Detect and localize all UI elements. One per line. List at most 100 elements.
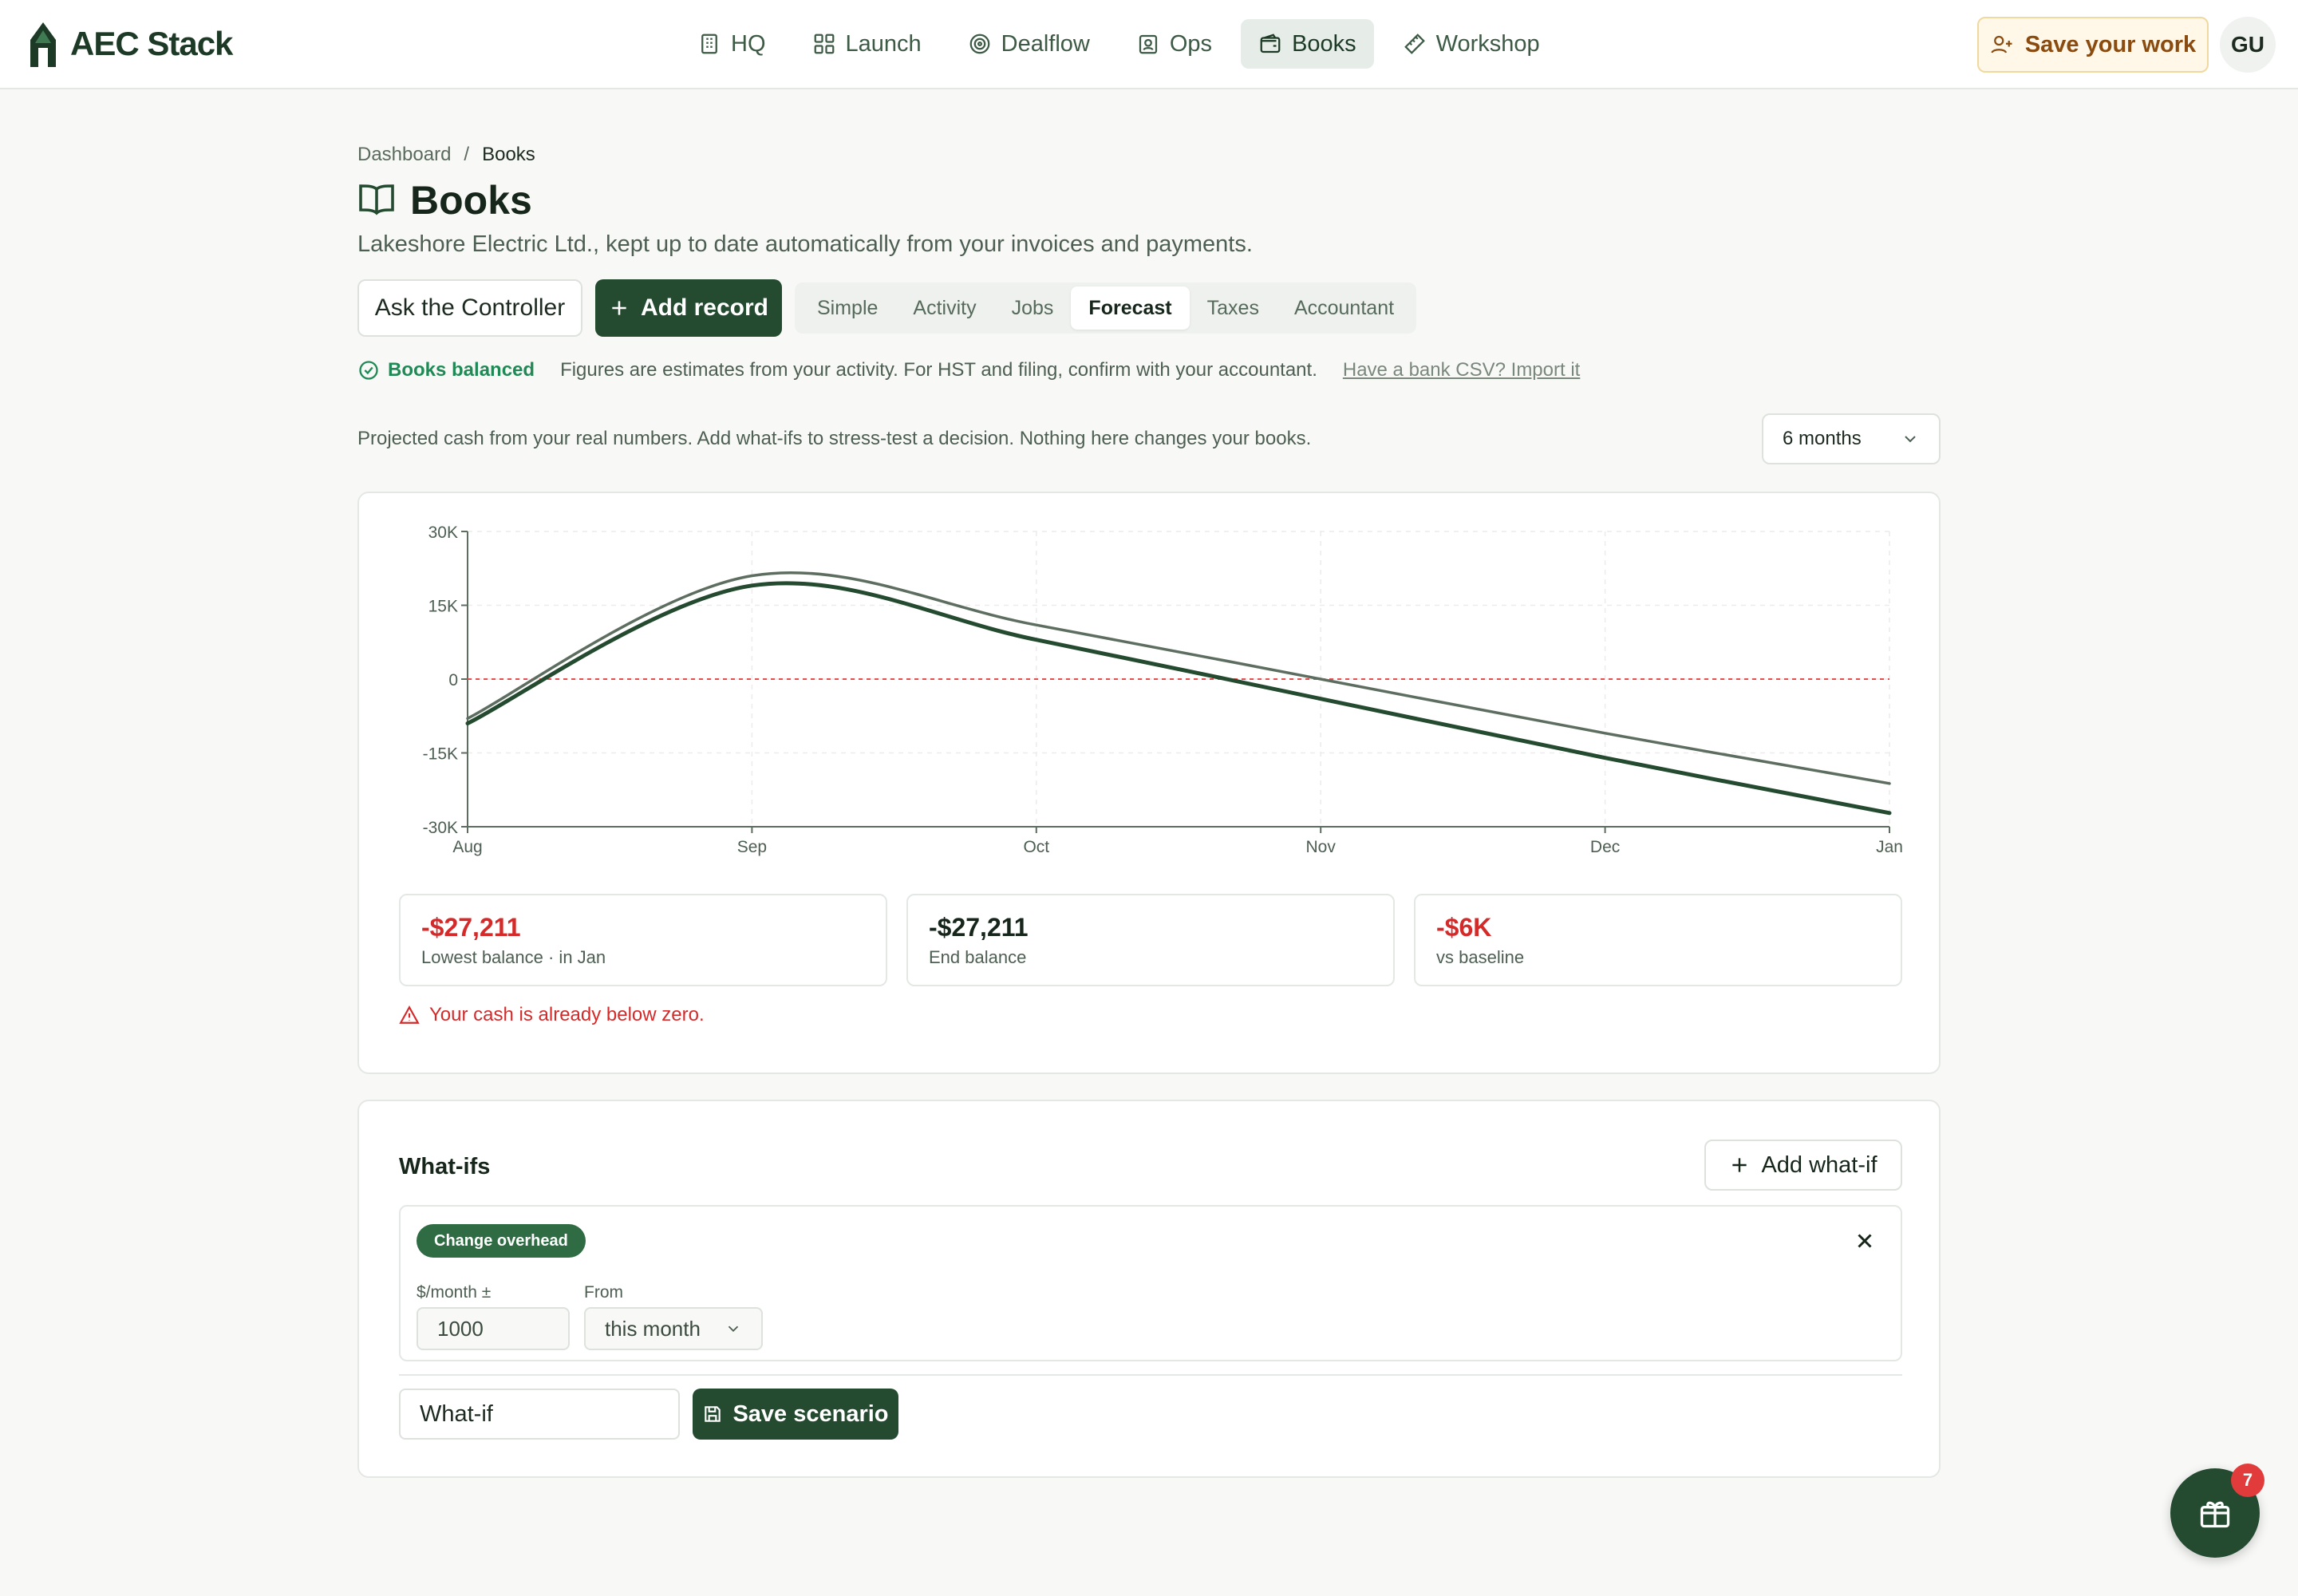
user-plus-icon <box>1991 35 2012 53</box>
book-open-icon <box>359 184 394 215</box>
tab-jobs[interactable]: Jobs <box>994 286 1072 330</box>
page-subtitle: Lakeshore Electric Ltd., kept up to date… <box>357 231 1253 257</box>
tab-taxes[interactable]: Taxes <box>1190 286 1277 330</box>
stat-lowest-value: -$27,211 <box>421 913 521 942</box>
nav-item-dealflow[interactable]: Dealflow <box>950 19 1108 69</box>
x-tick-label: Nov <box>1306 838 1337 856</box>
nav-item-books[interactable]: Books <box>1241 19 1374 69</box>
from-value: this month <box>605 1316 701 1341</box>
forecast-intro: Projected cash from your real numbers. A… <box>357 428 1312 449</box>
scenario-series-line <box>465 581 1892 816</box>
horizon-value: 6 months <box>1783 428 1862 449</box>
breadcrumb-dashboard[interactable]: Dashboard <box>357 144 451 166</box>
gift-icon <box>2200 1501 2230 1528</box>
add-whatif-button[interactable]: Add what-if <box>1704 1140 1902 1191</box>
target-icon <box>969 34 990 54</box>
books-tabs: Simple Activity Jobs Forecast Taxes Acco… <box>795 282 1417 334</box>
x-tick-label: Dec <box>1590 838 1620 856</box>
nav-item-launch[interactable]: Launch <box>795 19 939 69</box>
nav-item-ops[interactable]: Ops <box>1119 19 1230 69</box>
nav-label-launch: Launch <box>845 30 922 57</box>
whatifs-title: What-ifs <box>399 1154 491 1179</box>
stat-lowest-balance: -$27,211 Lowest balance · in Jan <box>399 894 887 986</box>
page-header: Books <box>357 177 532 223</box>
from-label: From <box>584 1283 623 1302</box>
stat-baseline-label: vs baseline <box>1436 947 1525 967</box>
stat-baseline-value: -$6K <box>1436 913 1492 942</box>
nav-label-workshop: Workshop <box>1435 30 1540 57</box>
import-csv-link[interactable]: Have a bank CSV? Import it <box>1343 359 1580 381</box>
amount-input[interactable]: 1000 <box>417 1307 570 1350</box>
x-tick-label: Oct <box>1023 838 1049 856</box>
notification-badge: 7 <box>2231 1464 2264 1497</box>
chevron-down-icon <box>1905 436 1916 443</box>
status-note: Figures are estimates from your activity… <box>560 359 1317 381</box>
warning-triangle-icon <box>399 1005 420 1024</box>
cash-warning: Your cash is already below zero. <box>399 1004 705 1026</box>
breadcrumb-current: Books <box>482 144 535 165</box>
balanced-label: Books balanced <box>388 359 535 381</box>
books-balanced-status: Books balanced <box>357 359 535 381</box>
check-circle-icon <box>359 361 378 380</box>
tab-activity[interactable]: Activity <box>895 286 993 330</box>
building-icon <box>701 34 717 54</box>
cash-forecast-chart: 30K 15K 0 -15K -30KAug Sep Oct Nov Dec Jan <box>423 523 1903 856</box>
y-tick-label: 0 <box>448 671 458 689</box>
chevron-down-icon <box>728 1325 739 1333</box>
forecast-chart-card: 30K 15K 0 -15K -30K Aug Sep Oct Nov Dec Jan -$27,2… <box>357 492 1941 1074</box>
horizon-select[interactable]: 6 months <box>1762 413 1941 464</box>
close-icon[interactable] <box>1853 1229 1877 1253</box>
user-avatar[interactable]: GU <box>2220 17 2276 73</box>
plus-icon <box>1732 1158 1747 1172</box>
save-work-label: Save your work <box>2024 31 2197 57</box>
page-title: Books <box>410 178 532 223</box>
y-tick-label: -15K <box>423 745 458 764</box>
stat-lowest-label: Lowest balance · in Jan <box>421 947 606 967</box>
add-record-button[interactable]: Add record <box>595 279 782 337</box>
scenario-name-input[interactable]: What-if <box>399 1389 680 1440</box>
save-icon <box>705 1406 721 1422</box>
nav-label-ops: Ops <box>1169 30 1213 57</box>
y-tick-label: 30K <box>428 523 458 542</box>
stat-end-value: -$27,211 <box>929 913 1029 942</box>
brand-name: AEC Stack <box>70 25 233 62</box>
y-tick-label: 15K <box>428 598 458 616</box>
save-scenario-button[interactable]: Save scenario <box>693 1389 898 1440</box>
tab-forecast[interactable]: Forecast <box>1071 286 1190 330</box>
nav-label-dealflow: Dealflow <box>1001 30 1090 57</box>
tab-accountant[interactable]: Accountant <box>1277 286 1412 330</box>
divider <box>399 1374 1902 1376</box>
brand-logo[interactable]: AEC Stack <box>24 18 233 70</box>
breadcrumb: Dashboard / Books <box>357 144 535 166</box>
x-tick-label: Sep <box>737 838 767 856</box>
plus-icon <box>612 301 626 315</box>
logo-icon <box>30 22 56 67</box>
warning-text: Your cash is already below zero. <box>429 1004 705 1025</box>
breadcrumb-separator: / <box>464 144 470 165</box>
whatif-item: Change overhead $/month ± 1000 From this… <box>399 1205 1902 1361</box>
badge-icon <box>1139 34 1157 54</box>
tab-simple[interactable]: Simple <box>800 286 895 330</box>
status-row: Books balanced Figures are estimates fro… <box>357 356 1580 385</box>
baseline-series-line <box>466 571 1891 785</box>
whatif-type-tag: Change overhead <box>417 1224 586 1258</box>
nav-label-hq: HQ <box>731 30 766 57</box>
add-record-label: Add record <box>640 294 769 321</box>
save-work-button[interactable]: Save your work <box>1977 17 2209 73</box>
save-scenario-label: Save scenario <box>732 1400 889 1427</box>
stat-end-label: End balance <box>929 947 1027 967</box>
amount-label: $/month ± <box>417 1283 492 1302</box>
whatifs-card: What-ifs Add what-if Change overhead $/m… <box>357 1100 1941 1478</box>
add-whatif-label: Add what-if <box>1761 1152 1877 1178</box>
wallet-icon <box>1260 34 1281 53</box>
from-select[interactable]: this month <box>584 1307 763 1350</box>
x-tick-label: Jan <box>1876 838 1903 856</box>
nav-item-hq[interactable]: HQ <box>680 19 784 69</box>
y-tick-label: -30K <box>423 819 458 837</box>
stat-vs-baseline: -$6K vs baseline <box>1414 894 1902 986</box>
nav-label-books: Books <box>1292 30 1356 57</box>
grid-icon <box>814 34 834 54</box>
ruler-icon <box>1404 34 1425 54</box>
ask-controller-button[interactable]: Ask the Controller <box>357 279 582 337</box>
nav-item-workshop[interactable]: Workshop <box>1385 19 1558 69</box>
